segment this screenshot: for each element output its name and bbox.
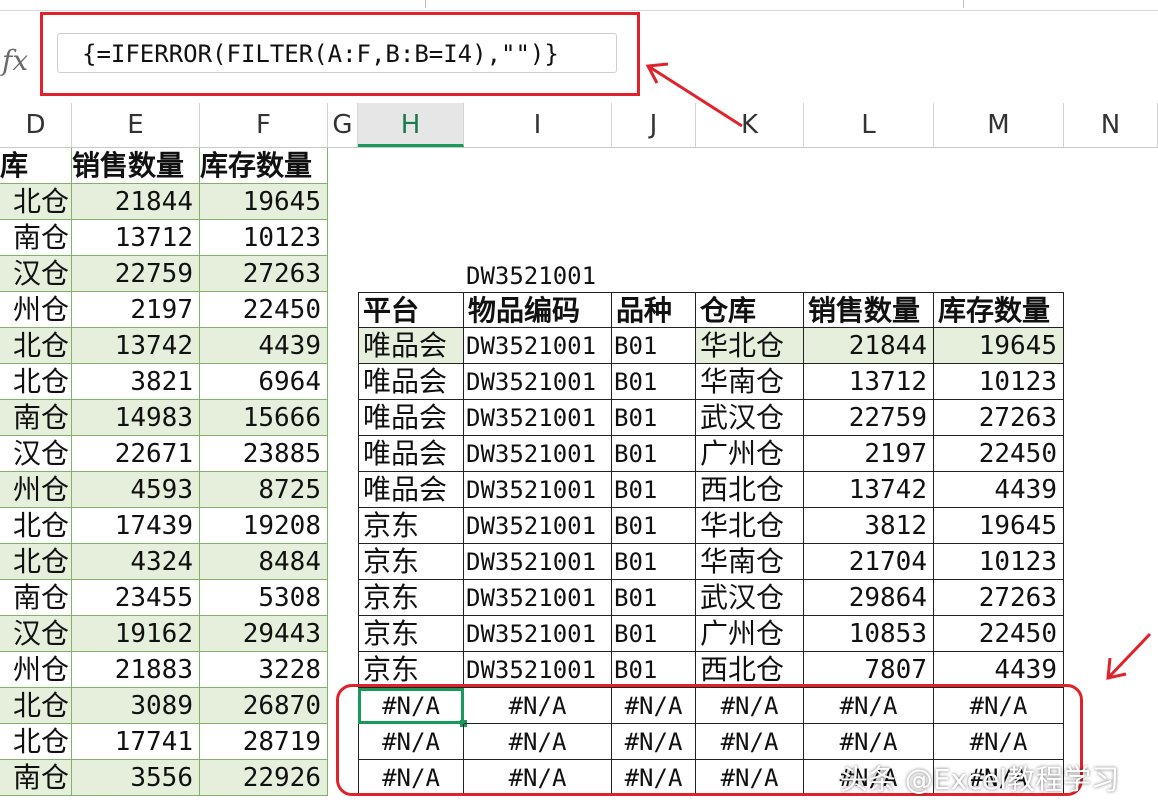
- arrow-errors-icon: [1106, 632, 1152, 680]
- annotation-arrows: [645, 62, 1152, 680]
- arrow-formula-icon: [645, 62, 743, 128]
- watermark: 头条 @Excel教程学习: [840, 763, 1120, 796]
